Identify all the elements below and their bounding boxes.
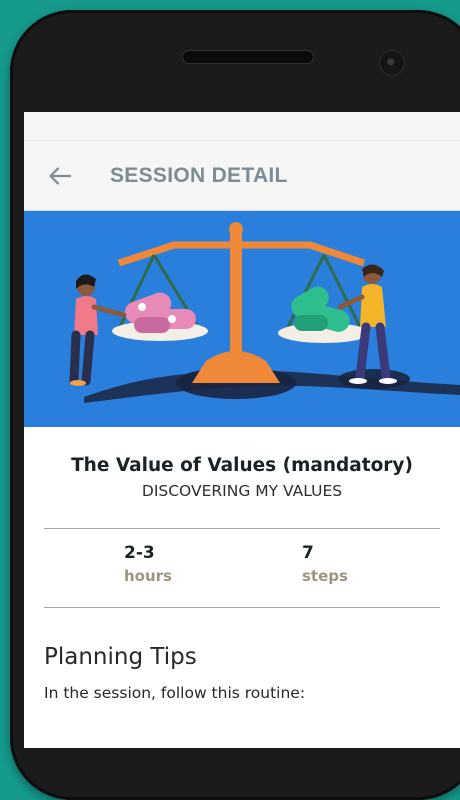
planning-tips-heading: Planning Tips — [44, 644, 197, 670]
app-bar: SESSION DETAIL — [24, 141, 460, 211]
session-subtitle: DISCOVERING MY VALUES — [141, 482, 343, 500]
stat-steps-unit: steps — [302, 567, 348, 585]
camera-icon — [379, 50, 405, 76]
stat-duration-value: 2-3 — [124, 543, 155, 563]
speaker-grille — [182, 50, 314, 64]
screen: SESSION DETAIL The Value of Values (mand… — [24, 112, 460, 748]
stat-steps-value: 7 — [302, 543, 314, 563]
stat-duration: 2-3 hours — [44, 529, 262, 607]
session-stats: 2-3 hours 7 steps — [44, 528, 440, 608]
balance-scale-illustration — [24, 211, 460, 427]
planning-tips-body: In the session, follow this routine: — [44, 684, 306, 702]
hero-illustration — [24, 211, 460, 427]
stat-duration-unit: hours — [124, 567, 172, 585]
back-button[interactable] — [34, 150, 86, 202]
stat-steps: 7 steps — [262, 529, 440, 607]
session-title: The Value of Values (mandatory) — [71, 455, 413, 476]
page-title: SESSION DETAIL — [110, 163, 288, 187]
session-content: The Value of Values (mandatory) DISCOVER… — [24, 455, 460, 608]
arrow-left-icon — [49, 166, 71, 185]
status-bar — [24, 112, 460, 141]
